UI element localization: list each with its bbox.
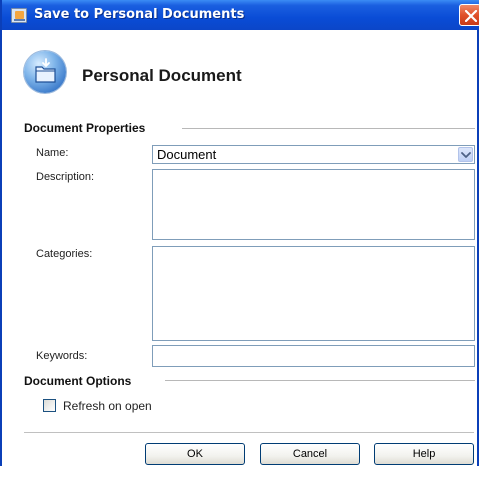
description-textarea[interactable] bbox=[152, 169, 475, 240]
name-combobox[interactable]: Document bbox=[152, 145, 475, 164]
button-separator bbox=[24, 432, 474, 433]
title-bar[interactable]: Save to Personal Documents bbox=[2, 0, 479, 30]
java-app-icon bbox=[11, 8, 27, 23]
header-title: Personal Document bbox=[82, 66, 242, 85]
categories-label: Categories: bbox=[36, 248, 93, 260]
document-properties-heading: Document Properties bbox=[24, 121, 146, 135]
categories-textarea[interactable] bbox=[152, 246, 475, 341]
section-divider bbox=[182, 128, 475, 129]
dialog-window: Save to Personal Documents Personal Docu… bbox=[0, 0, 479, 466]
refresh-on-open-label[interactable]: Refresh on open bbox=[63, 399, 152, 413]
name-value[interactable]: Document bbox=[157, 147, 216, 162]
keywords-input[interactable] bbox=[152, 345, 475, 367]
name-label: Name: bbox=[36, 147, 69, 159]
keywords-label: Keywords: bbox=[36, 350, 88, 362]
description-label: Description: bbox=[36, 171, 95, 183]
document-options-heading: Document Options bbox=[24, 374, 132, 388]
ok-button[interactable]: OK bbox=[145, 443, 245, 465]
close-button[interactable] bbox=[459, 4, 479, 26]
window-title: Save to Personal Documents bbox=[34, 7, 245, 22]
chevron-down-icon bbox=[461, 152, 471, 158]
document-folder-icon bbox=[24, 51, 66, 93]
section-divider bbox=[165, 380, 475, 381]
close-icon bbox=[465, 10, 477, 22]
cancel-button[interactable]: Cancel bbox=[260, 443, 360, 465]
refresh-on-open-checkbox[interactable] bbox=[43, 399, 56, 412]
help-button[interactable]: Help bbox=[374, 443, 474, 465]
dropdown-button[interactable] bbox=[458, 147, 473, 162]
